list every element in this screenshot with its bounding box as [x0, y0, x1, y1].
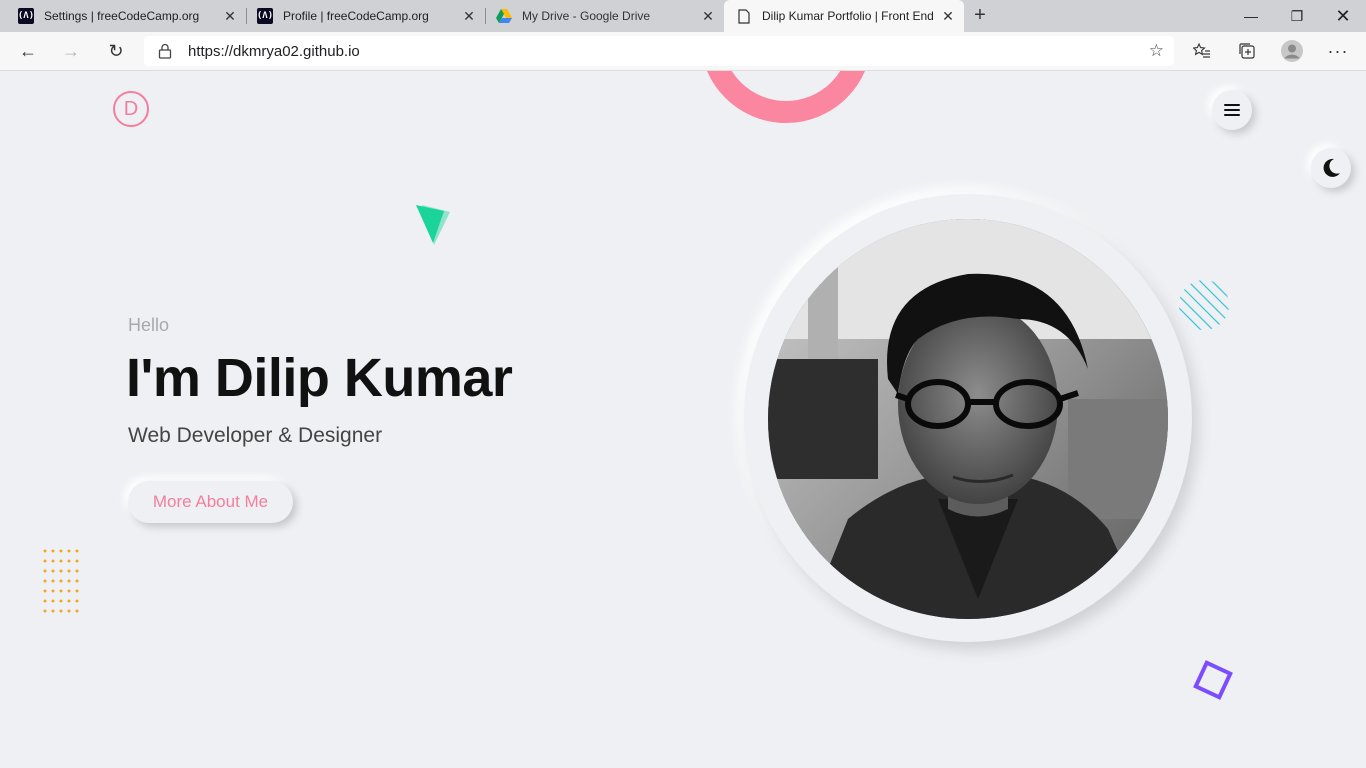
tab-title: Dilip Kumar Portfolio | Front End	[762, 9, 934, 23]
freecodecamp-icon: (Λ)	[257, 8, 273, 24]
tab-title: Settings | freeCodeCamp.org	[44, 9, 200, 23]
freecodecamp-icon: (Λ)	[18, 8, 34, 24]
hero-name: I'm Dilip Kumar	[126, 348, 513, 408]
tab-profile-freecodecamp[interactable]: (Λ) Profile | freeCodeCamp.org ✕	[247, 0, 485, 32]
hello-text: Hello	[128, 315, 170, 335]
decorative-striped-circle	[1179, 280, 1229, 330]
more-about-me-button[interactable]: More About Me	[128, 481, 293, 523]
close-window-button[interactable]: ✕	[1320, 0, 1366, 32]
site-logo[interactable]: D	[113, 91, 149, 127]
address-bar[interactable]: https://dkmrya02.github.io ☆	[144, 36, 1174, 66]
back-button[interactable]: ←	[14, 37, 42, 65]
tab-google-drive[interactable]: My Drive - Google Drive ✕	[486, 0, 724, 32]
minimize-button[interactable]: —	[1228, 0, 1274, 32]
refresh-button[interactable]: ↻	[102, 37, 130, 65]
portfolio-page: D Hello I'm Dilip Kumar Web Developer & …	[0, 71, 1366, 768]
restore-button[interactable]: ❐	[1274, 0, 1320, 32]
forward-button[interactable]: →	[57, 37, 85, 65]
google-drive-icon	[496, 8, 512, 24]
close-tab-icon[interactable]: ✕	[700, 8, 716, 24]
decorative-green-triangle	[416, 205, 450, 245]
close-tab-icon[interactable]: ✕	[222, 8, 238, 24]
favorite-star-icon[interactable]: ☆	[1149, 41, 1164, 61]
browser-toolbar: ← → ↻ https://dkmrya02.github.io ☆ ···	[0, 32, 1366, 71]
lock-icon[interactable]	[158, 43, 174, 59]
url-text[interactable]: https://dkmrya02.github.io	[188, 43, 360, 60]
tab-strip: (Λ) Settings | freeCodeCamp.org ✕ (Λ) Pr…	[0, 0, 1366, 32]
menu-button[interactable]	[1212, 90, 1252, 130]
decorative-dot-grid	[43, 549, 79, 613]
close-tab-icon[interactable]: ✕	[940, 8, 956, 24]
tab-settings-freecodecamp[interactable]: (Λ) Settings | freeCodeCamp.org ✕	[0, 0, 246, 32]
decorative-pink-ring	[700, 71, 872, 123]
new-tab-button[interactable]: +	[968, 4, 992, 28]
favorites-icon[interactable]	[1188, 37, 1216, 65]
hamburger-icon	[1224, 104, 1240, 116]
moon-icon	[1323, 158, 1340, 177]
dark-mode-toggle[interactable]	[1311, 148, 1351, 188]
close-tab-icon[interactable]: ✕	[461, 8, 477, 24]
decorative-purple-square	[1193, 660, 1233, 700]
tab-title: Profile | freeCodeCamp.org	[283, 9, 429, 23]
hero-role: Web Developer & Designer	[128, 424, 383, 447]
tab-title: My Drive - Google Drive	[522, 9, 651, 23]
page-icon	[736, 8, 752, 24]
more-options-icon[interactable]: ···	[1324, 37, 1352, 65]
profile-photo	[768, 219, 1168, 619]
profile-avatar-icon[interactable]	[1278, 37, 1306, 65]
collections-icon[interactable]	[1233, 37, 1261, 65]
tab-dilip-portfolio[interactable]: Dilip Kumar Portfolio | Front End ✕	[724, 0, 964, 32]
